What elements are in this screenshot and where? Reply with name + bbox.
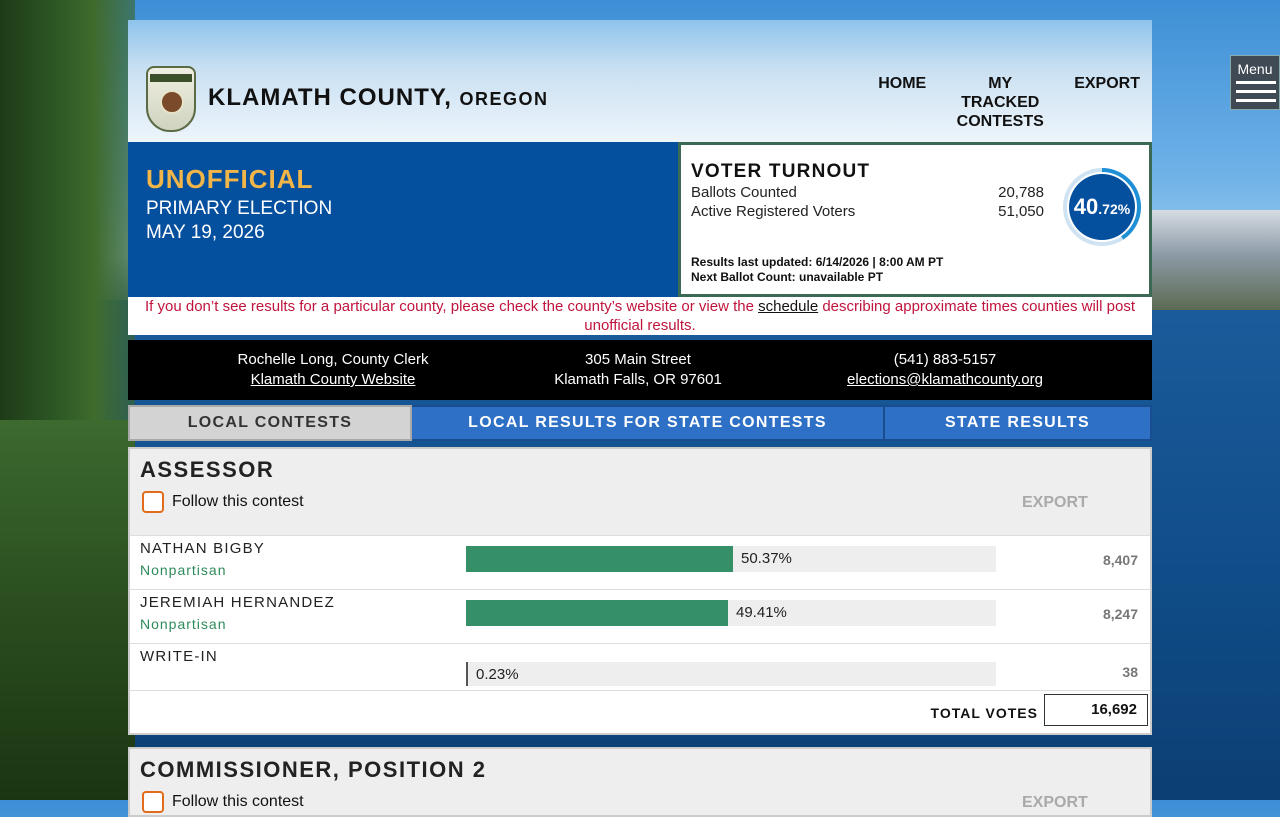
clerk-column: Rochelle Long, County Clerk Klamath Coun… xyxy=(128,340,538,400)
county-notice: If you don’t see results for a particula… xyxy=(128,297,1152,335)
vote-share-bar: 50.37% xyxy=(466,546,996,572)
contest-header: ASSESSOR Follow this contest EXPORT xyxy=(130,449,1150,535)
vote-share-bar: 0.23% xyxy=(466,662,996,686)
update-info: Results last updated: 6/14/2026 | 8:00 A… xyxy=(691,255,943,285)
page-container: KLAMATH COUNTY, OREGON HOME MY TRACKED C… xyxy=(128,20,1152,817)
candidate-votes: 8,407 xyxy=(1102,552,1138,568)
state-name: OREGON xyxy=(459,89,549,109)
county-seal-logo xyxy=(146,66,196,132)
clerk-info-bar: Rochelle Long, County Clerk Klamath Coun… xyxy=(128,340,1152,400)
candidate-name: JEREMIAH HERNANDEZ xyxy=(140,594,335,611)
tab-local-state-contests[interactable]: LOCAL RESULTS FOR STATE CONTESTS xyxy=(412,405,885,441)
nav-export[interactable]: EXPORT xyxy=(1062,74,1152,131)
nav-tracked-line2: CONTESTS xyxy=(956,113,1044,130)
email-link[interactable]: elections@klamathcounty.org xyxy=(847,371,1043,388)
trees-lower-background xyxy=(0,420,135,800)
ridge-background xyxy=(1152,210,1280,310)
phone-number: (541) 883-5157 xyxy=(893,351,997,368)
schedule-link[interactable]: schedule xyxy=(758,298,818,315)
ballots-counted-row: Ballots Counted 20,788 xyxy=(691,183,1044,202)
turnout-donut: 40.72% xyxy=(1062,167,1142,247)
candidate-party: Nonpartisan xyxy=(140,562,227,578)
follow-checkbox[interactable] xyxy=(142,791,164,813)
vote-share-fill xyxy=(466,662,468,686)
election-info: UNOFFICIAL PRIMARY ELECTION MAY 19, 2026 xyxy=(128,142,678,297)
turnout-percent: 40.72% xyxy=(1062,167,1142,247)
turnout-percent-whole: 40 xyxy=(1073,194,1099,219)
follow-label: Follow this contest xyxy=(172,493,304,510)
ballots-label: Ballots Counted xyxy=(691,184,797,201)
follow-label: Follow this contest xyxy=(172,793,304,810)
total-votes-label: TOTAL VOTES xyxy=(930,705,1038,721)
address-line2: Klamath Falls, OR 97601 xyxy=(554,371,722,388)
election-banner: UNOFFICIAL PRIMARY ELECTION MAY 19, 2026… xyxy=(128,142,1152,297)
registered-label: Active Registered Voters xyxy=(691,203,856,220)
candidate-party: Nonpartisan xyxy=(140,616,227,632)
total-votes-row: TOTAL VOTES 16,692 xyxy=(130,690,1150,733)
contest-card: ASSESSOR Follow this contest EXPORT NATH… xyxy=(128,447,1152,735)
notice-text-before: If you don’t see results for a particula… xyxy=(145,298,759,315)
nav-tracked-contests[interactable]: MY TRACKED CONTESTS xyxy=(938,74,1062,131)
nav-tracked-line1: MY TRACKED xyxy=(961,75,1040,111)
clerk-name: Rochelle Long, County Clerk xyxy=(237,351,429,368)
results-tabs: LOCAL CONTESTS LOCAL RESULTS FOR STATE C… xyxy=(128,405,1152,441)
site-title: KLAMATH COUNTY, OREGON xyxy=(208,84,549,112)
follow-contest-toggle[interactable]: Follow this contest xyxy=(142,491,304,513)
tab-state-results[interactable]: STATE RESULTS xyxy=(885,405,1152,441)
candidate-row: NATHAN BIGBY Nonpartisan 50.37% 8,407 xyxy=(130,535,1150,589)
vote-share-percent: 50.37% xyxy=(741,550,792,567)
turnout-percent-decimal: .72% xyxy=(1098,201,1131,217)
contest-export-button[interactable]: EXPORT xyxy=(1022,794,1088,812)
next-ballot-count: Next Ballot Count: unavailable PT xyxy=(691,270,884,284)
candidate-votes: 38 xyxy=(1122,664,1138,680)
election-date: MAY 19, 2026 xyxy=(146,222,265,243)
vote-share-percent: 0.23% xyxy=(476,666,519,683)
contest-title: COMMISSIONER, POSITION 2 xyxy=(140,757,487,782)
address-line1: 305 Main Street xyxy=(585,351,691,368)
voter-turnout-panel: VOTER TURNOUT Ballots Counted 20,788 Act… xyxy=(678,142,1152,297)
ballots-value: 20,788 xyxy=(998,184,1044,201)
nav-home[interactable]: HOME xyxy=(866,74,938,131)
site-header: KLAMATH COUNTY, OREGON HOME MY TRACKED C… xyxy=(128,20,1152,142)
vote-share-percent: 49.41% xyxy=(736,604,787,621)
menu-label: Menu xyxy=(1237,61,1273,77)
county-website-link[interactable]: Klamath County Website xyxy=(251,371,416,388)
county-name: KLAMATH COUNTY, xyxy=(208,84,452,111)
candidate-row: WRITE-IN 0.23% 38 xyxy=(130,643,1150,690)
candidate-votes: 8,247 xyxy=(1102,606,1138,622)
total-votes-value: 16,692 xyxy=(1044,694,1148,726)
contact-column: (541) 883-5157 elections@klamathcounty.o… xyxy=(738,340,1152,400)
registered-value: 51,050 xyxy=(998,203,1044,220)
contest-export-button[interactable]: EXPORT xyxy=(1022,494,1088,512)
vote-share-fill xyxy=(466,600,728,626)
registered-voters-row: Active Registered Voters 51,050 xyxy=(691,202,1044,221)
main-nav: HOME MY TRACKED CONTESTS EXPORT xyxy=(866,74,1152,131)
follow-checkbox[interactable] xyxy=(142,491,164,513)
address-column: 305 Main Street Klamath Falls, OR 97601 xyxy=(538,340,738,400)
follow-contest-toggle[interactable]: Follow this contest xyxy=(142,791,304,813)
menu-button[interactable]: Menu xyxy=(1230,55,1280,110)
contest-card-2: COMMISSIONER, POSITION 2 Follow this con… xyxy=(128,747,1152,817)
vote-share-bar: 49.41% xyxy=(466,600,996,626)
election-name: PRIMARY ELECTION xyxy=(146,198,333,219)
vote-share-fill xyxy=(466,546,733,572)
candidate-row: JEREMIAH HERNANDEZ Nonpartisan 49.41% 8,… xyxy=(130,589,1150,643)
election-status: UNOFFICIAL xyxy=(146,164,314,194)
candidate-name: NATHAN BIGBY xyxy=(140,540,265,557)
tab-local-contests[interactable]: LOCAL CONTESTS xyxy=(128,405,412,441)
candidate-name: WRITE-IN xyxy=(140,648,218,665)
contest-title: ASSESSOR xyxy=(140,457,275,482)
hamburger-icon xyxy=(1236,81,1276,108)
last-updated: Results last updated: 6/14/2026 | 8:00 A… xyxy=(691,255,944,269)
